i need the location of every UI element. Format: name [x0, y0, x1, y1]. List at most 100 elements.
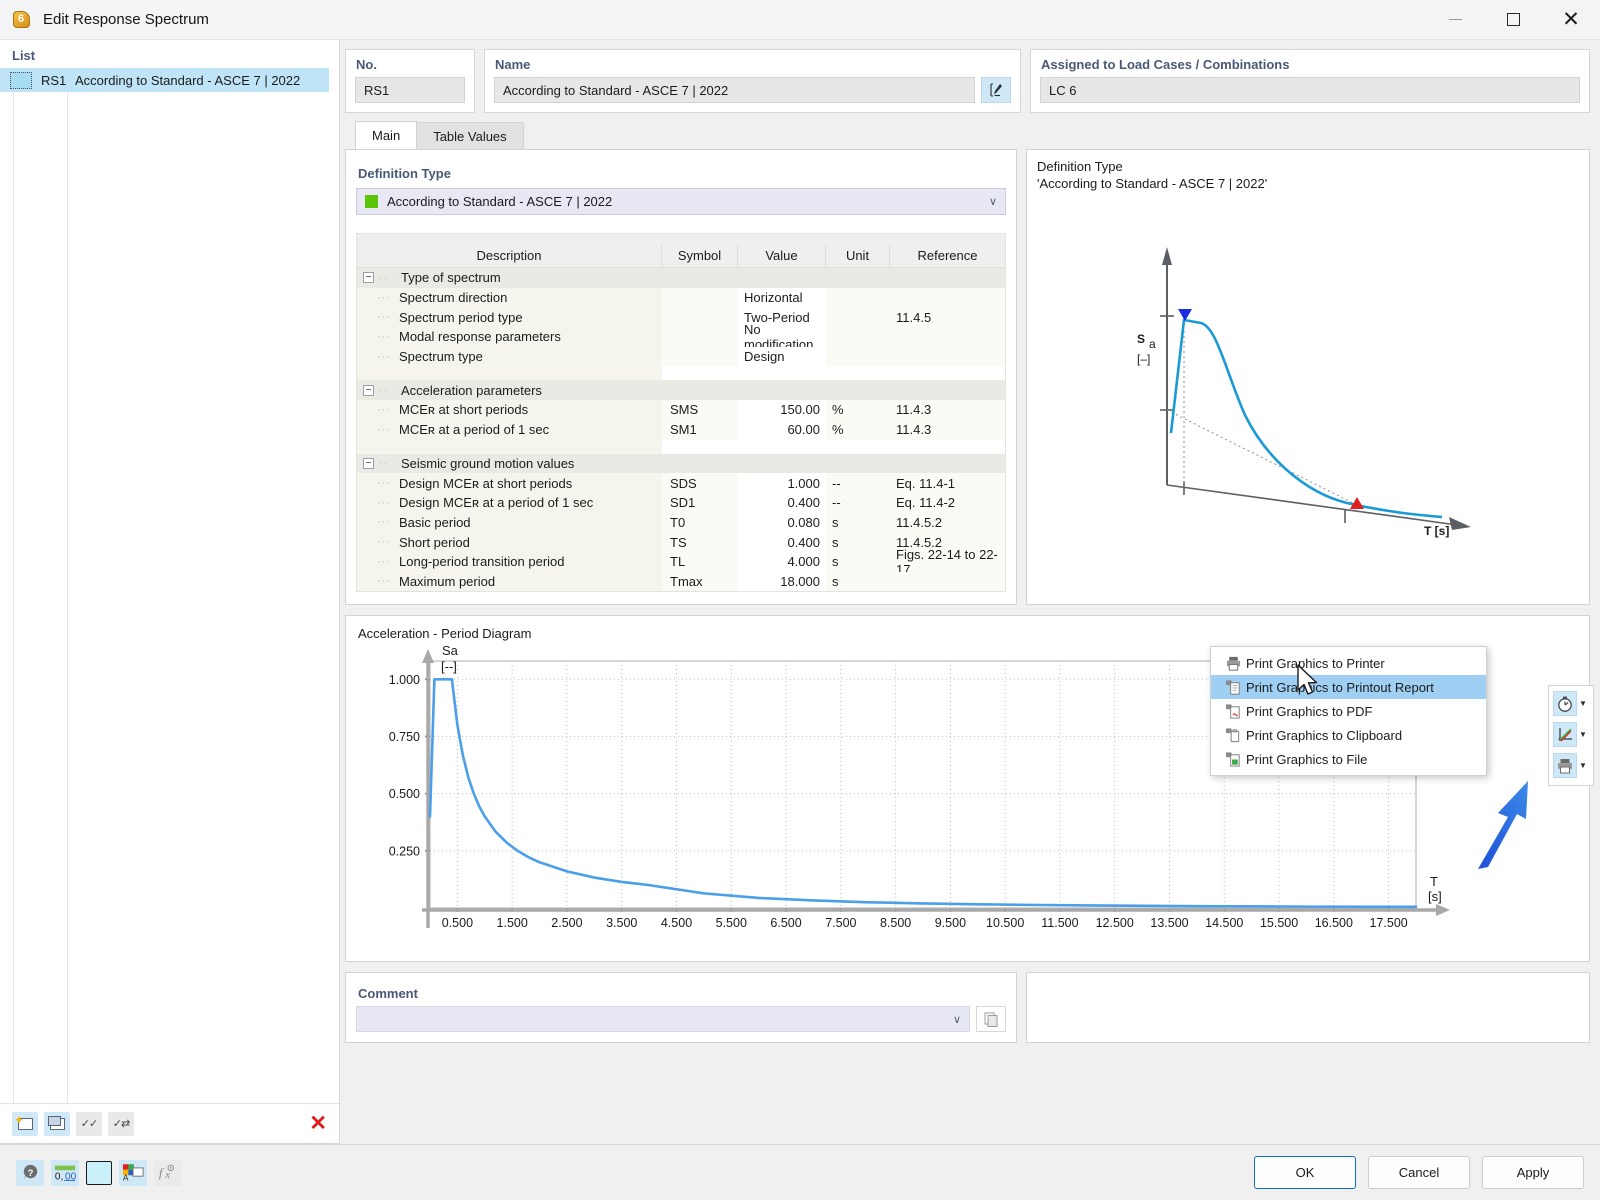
formula-icon[interactable]: f x	[154, 1159, 182, 1186]
table-group-row[interactable]: − ·· Type of spectrum	[357, 268, 1005, 288]
chart-axes-icon	[1553, 722, 1577, 747]
comment-header: Comment	[358, 986, 418, 1002]
x-tick-label: 3.500	[606, 916, 637, 930]
units-icon[interactable]: 0, 00	[51, 1159, 79, 1186]
row-value: 18.000	[780, 573, 820, 589]
menu-item-print-to-pdf[interactable]: Print Graphics to PDF	[1211, 699, 1486, 723]
row-description: Spectrum period type	[399, 309, 523, 325]
group-label: Acceleration parameters	[401, 382, 542, 398]
row-description: MCEʀ at short periods	[399, 402, 529, 418]
svg-text:f: f	[159, 1166, 165, 1180]
chevron-down-icon: ∨	[988, 196, 997, 208]
row-reference: Eq. 11.4-1	[896, 475, 956, 491]
chevron-down-icon[interactable]: ▼	[1579, 730, 1587, 739]
menu-item-print-to-printout-report[interactable]: Print Graphics to Printout Report	[1211, 675, 1486, 699]
col-symbol: Symbol	[662, 244, 738, 267]
row-description: Modal response parameters	[399, 329, 561, 345]
col-reference: Reference	[917, 248, 978, 263]
table-row[interactable]: ··· Design MCEʀ at a period of 1 sec SD1 0.…	[357, 492, 1005, 513]
x-axis-unit: [s]	[1428, 889, 1442, 904]
row-unit: --	[832, 495, 841, 511]
row-unit: s	[832, 514, 839, 530]
table-row[interactable]: ··· MCEʀ at a period of 1 sec SM1 60.00% 11.…	[357, 419, 1005, 440]
cancel-button[interactable]: Cancel	[1368, 1156, 1470, 1189]
chevron-down-icon[interactable]: ▼	[1579, 699, 1587, 708]
app-icon	[11, 9, 33, 31]
table-body: − ·· Type of spectrum ··· Spectrum direction…	[357, 268, 1005, 592]
table-row[interactable]: ··· MCEʀ at short periods SMS 150.00% 11.4.3	[357, 400, 1005, 420]
minimize-button[interactable]	[1426, 0, 1484, 40]
comment-row: Comment ∨	[340, 962, 1600, 1044]
window-controls: ✕	[1426, 0, 1600, 40]
table-group-row[interactable]: − ·· Acceleration parameters	[357, 380, 1005, 401]
assigned-label: Assigned to Load Cases / Combinations	[1041, 57, 1290, 72]
table-row[interactable]: ··· Modal response parameters No modificat…	[357, 322, 1005, 352]
col-value: Value	[738, 244, 826, 267]
table-row[interactable]: ··· Maximum period Tmax 18.000 s	[357, 571, 1005, 592]
color-swatch-icon[interactable]	[86, 1160, 112, 1185]
close-button[interactable]: ✕	[1542, 0, 1600, 40]
invert-selection-icon[interactable]: ✓⇄	[108, 1111, 134, 1136]
row-description: Spectrum type	[399, 349, 483, 365]
apply-button[interactable]: Apply	[1482, 1156, 1584, 1189]
table-row[interactable]: ··· Spectrum period type Two-Period 11.4.5	[357, 307, 1005, 328]
x-tick-label: 17.500	[1369, 916, 1407, 930]
definition-card: Definition Type According to Standard - …	[345, 149, 1017, 606]
svg-text:a: a	[1149, 337, 1156, 351]
tab-main[interactable]: Main	[355, 121, 418, 149]
stopwatch-settings-button[interactable]: ▼	[1551, 689, 1591, 718]
menu-label: Print Graphics to Printout Report	[1246, 679, 1434, 695]
row-reference: 11.4.5	[896, 309, 932, 325]
maximize-button[interactable]	[1484, 0, 1542, 40]
assigned-input[interactable]: LC 6	[1040, 77, 1580, 103]
red-x-icon[interactable]: ✕	[309, 1111, 327, 1136]
row-reference: 11.4.3	[896, 422, 932, 438]
printer-icon	[1220, 655, 1246, 672]
x-tick-label: 6.500	[770, 916, 801, 930]
collapse-icon[interactable]: −	[363, 457, 374, 469]
y-tick-label: 1.000	[389, 673, 420, 687]
row-unit: s	[832, 573, 839, 589]
row-unit: %	[832, 422, 844, 438]
collapse-icon[interactable]: −	[363, 384, 374, 396]
menu-item-print-to-clipboard[interactable]: Print Graphics to Clipboard	[1211, 723, 1486, 747]
copy-icon[interactable]	[976, 1006, 1006, 1033]
comment-card: Comment ∨	[345, 972, 1017, 1044]
diagram-settings-button[interactable]: ▼	[1551, 720, 1591, 749]
table-row[interactable]: ··· Design MCEʀ at short periods SDS 1.000-…	[357, 473, 1005, 493]
print-graphics-button[interactable]: ▼	[1551, 751, 1591, 780]
table-row[interactable]: ··· Spectrum direction Horizontal	[357, 287, 1005, 308]
print-pdf-icon	[1220, 703, 1246, 720]
ok-button[interactable]: OK	[1254, 1156, 1356, 1189]
menu-item-print-to-file[interactable]: Print Graphics to File	[1211, 747, 1486, 771]
table-group-row[interactable]: − ·· Seismic ground motion values	[357, 453, 1005, 474]
name-input[interactable]: According to Standard - ASCE 7 | 2022	[494, 77, 975, 103]
comment-input[interactable]: ∨	[356, 1006, 970, 1033]
list-item[interactable]: RS1 According to Standard - ASCE 7 | 202…	[0, 68, 329, 92]
menu-label: Print Graphics to PDF	[1246, 703, 1373, 719]
print-clipboard-icon	[1220, 727, 1246, 744]
menu-item-print-to-printer[interactable]: Print Graphics to Printer	[1211, 651, 1486, 675]
list-body[interactable]: RS1 According to Standard - ASCE 7 | 202…	[0, 68, 339, 1103]
row-unit: s	[832, 534, 839, 550]
edit-pencil-icon[interactable]	[981, 77, 1011, 103]
collapse-icon[interactable]: −	[363, 272, 374, 284]
y-tick-label: 0.500	[389, 787, 420, 801]
diagram-vertical-toolbar: ▼ ▼ ▼	[1548, 685, 1594, 786]
row-reference: Eq. 11.4-2	[896, 495, 956, 511]
tab-table-values[interactable]: Table Values	[416, 122, 524, 149]
row-unit: s	[832, 554, 839, 570]
chevron-down-icon[interactable]: ▼	[1579, 761, 1587, 770]
list-panel: List RS1 According to Standard - ASCE 7 …	[0, 40, 340, 1144]
help-bubble-icon[interactable]: ?	[16, 1159, 44, 1186]
table-row[interactable]: ··· Spectrum type Design	[357, 346, 1005, 367]
table-row[interactable]: ··· Long-period transition period TL 4.000 s…	[357, 547, 1005, 577]
table-row[interactable]: ··· Basic period T0 0.080 s 11.4.5.2	[357, 512, 1005, 533]
duplicate-window-icon[interactable]	[44, 1111, 70, 1136]
render-style-icon[interactable]: A	[119, 1159, 147, 1186]
row-selector[interactable]	[10, 71, 32, 89]
new-window-icon[interactable]: ✦	[12, 1111, 38, 1136]
definition-type-select[interactable]: According to Standard - ASCE 7 | 2022 ∨	[356, 188, 1006, 215]
no-input[interactable]: RS1	[355, 77, 465, 103]
check-all-icon[interactable]: ✓✓	[76, 1111, 102, 1136]
